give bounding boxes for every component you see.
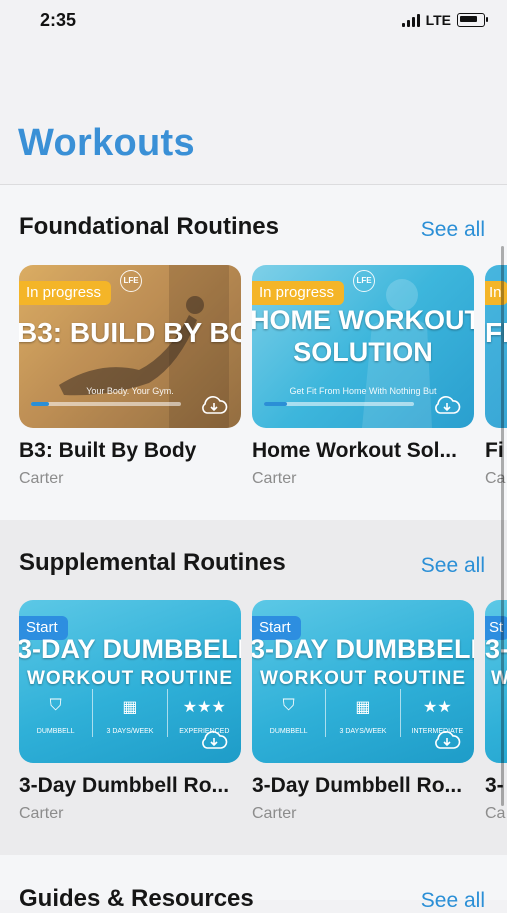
routine-card[interactable]: Start 3-DAY DUMBBELL WORKOUT ROUTINE ⛉ D… bbox=[252, 600, 474, 822]
section-title: Guides & Resources bbox=[19, 885, 254, 912]
network-type: LTE bbox=[425, 12, 451, 28]
status-bar: 2:35 LTE bbox=[0, 0, 507, 44]
scrollbar[interactable] bbox=[501, 246, 504, 806]
feature-frequency: ▦ 3 DAYS/WEEK bbox=[93, 689, 168, 737]
download-icon[interactable] bbox=[199, 394, 229, 418]
routine-carousel[interactable]: Start 3-DAY DUMBBELL WORKOUT ROUTINE ⛉ D… bbox=[19, 600, 507, 850]
download-icon[interactable] bbox=[199, 729, 229, 753]
card-author: Carter bbox=[19, 805, 64, 822]
see-all-button[interactable]: See all bbox=[421, 554, 485, 578]
section-guides-resources: Guides & Resources See all bbox=[0, 855, 507, 912]
status-badge: In progress bbox=[19, 281, 112, 305]
section-title: Foundational Routines bbox=[19, 213, 279, 240]
card-author: Carter bbox=[252, 470, 297, 487]
brand-logo: LFE bbox=[120, 270, 142, 292]
download-icon[interactable] bbox=[432, 394, 462, 418]
card-overlay-title-line2: SOLUTION bbox=[293, 337, 433, 367]
section-foundational-routines: Foundational Routines See all In progres… bbox=[0, 185, 507, 520]
feature-frequency: ▦ 3 DAYS/WEEK bbox=[326, 689, 401, 737]
card-overlay-title-line1: HOME WORKOUT bbox=[252, 305, 474, 335]
feature-label: 3 DAYS/WEEK bbox=[339, 728, 387, 735]
card-title[interactable]: 3-Day Dumbbell Ro... bbox=[252, 774, 462, 798]
star-rating-icon: ★★★ bbox=[182, 699, 226, 716]
feature-label: 3 DAYS/WEEK bbox=[106, 728, 154, 735]
card-author: Carter bbox=[19, 470, 64, 487]
feature-label: DUMBBELL bbox=[36, 728, 75, 735]
dumbbell-icon: ⛉ bbox=[49, 697, 62, 714]
card-author: Carter bbox=[252, 805, 297, 822]
card-title[interactable]: 3-Day Dumbbell Ro... bbox=[19, 774, 229, 798]
feature-equipment: ⛉ DUMBBELL bbox=[19, 689, 94, 737]
see-all-button[interactable]: See all bbox=[421, 889, 485, 913]
card-author: Ca bbox=[485, 805, 506, 822]
signal-icon bbox=[401, 13, 420, 27]
brand-logo: LFE bbox=[353, 270, 375, 292]
progress-fill bbox=[31, 402, 49, 406]
routine-card[interactable]: In progress LFE HOME WORKOUT SOLUTION Ge… bbox=[252, 265, 474, 487]
progress-fill bbox=[264, 402, 287, 406]
routine-carousel[interactable]: In progress LFE B3: BUILD BY BODY Your B… bbox=[19, 265, 507, 515]
star-rating-icon: ★★ bbox=[422, 699, 452, 716]
dumbbell-icon: ⛉ bbox=[282, 697, 295, 714]
calendar-icon: ▦ bbox=[355, 699, 371, 716]
calendar-icon: ▦ bbox=[122, 699, 138, 716]
status-time: 2:35 bbox=[40, 10, 77, 30]
card-overlay-title-line2: WORKOUT ROUTINE bbox=[259, 668, 467, 689]
download-icon[interactable] bbox=[432, 729, 462, 753]
card-thumbnail[interactable]: In progress LFE B3: BUILD BY BODY Your B… bbox=[19, 265, 241, 428]
card-thumbnail[interactable]: Start 3-DAY DUMBBELL WORKOUT ROUTINE ⛉ D… bbox=[19, 600, 241, 763]
routine-card[interactable]: Start 3-DAY DUMBBELL WORKOUT ROUTINE ⛉ D… bbox=[19, 600, 241, 822]
feature-equipment: ⛉ DUMBBELL bbox=[252, 689, 327, 737]
card-overlay-title: B3: BUILD BY BODY bbox=[19, 317, 241, 348]
page-title: Workouts bbox=[18, 122, 195, 164]
section-supplemental-routines: Supplemental Routines See all Start 3-DA… bbox=[0, 520, 507, 855]
card-overlay-title-line1: 3-DAY DUMBBELL bbox=[252, 634, 474, 664]
card-title[interactable]: B3: Built By Body bbox=[19, 439, 196, 463]
card-overlay-title-line2: WORKOUT ROUTINE bbox=[26, 668, 234, 689]
section-title: Supplemental Routines bbox=[19, 549, 286, 576]
progress-bar bbox=[264, 402, 414, 406]
card-title[interactable]: Home Workout Sol... bbox=[252, 439, 457, 463]
see-all-button[interactable]: See all bbox=[421, 218, 485, 242]
progress-bar bbox=[31, 402, 181, 406]
card-overlay-title-line2: W bbox=[491, 668, 507, 689]
routine-card[interactable]: In progress LFE B3: BUILD BY BODY Your B… bbox=[19, 265, 241, 487]
status-indicators: LTE bbox=[401, 12, 488, 28]
battery-icon bbox=[457, 13, 488, 27]
status-badge: In progress bbox=[252, 281, 345, 305]
card-thumbnail[interactable]: Start 3-DAY DUMBBELL WORKOUT ROUTINE ⛉ D… bbox=[252, 600, 474, 763]
card-overlay-title-line1: 3-DAY DUMBBELL bbox=[19, 634, 241, 664]
card-thumbnail[interactable]: In progress LFE HOME WORKOUT SOLUTION Ge… bbox=[252, 265, 474, 428]
feature-label: DUMBBELL bbox=[269, 728, 308, 735]
